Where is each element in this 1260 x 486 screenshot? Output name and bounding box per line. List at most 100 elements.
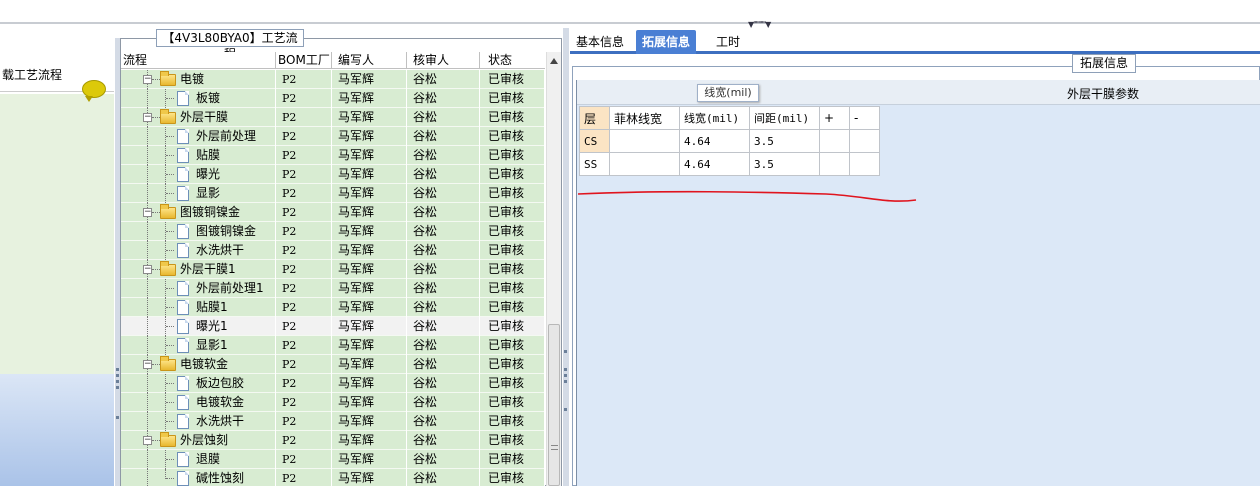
table-row[interactable]: CS 4.64 3.5: [579, 129, 880, 153]
cell-add[interactable]: [819, 129, 850, 153]
table-row[interactable]: 电镀软金 P2 马军辉 谷松 已审核: [121, 393, 545, 412]
tree-node-label: 外层干膜: [180, 110, 229, 124]
tree-node[interactable]: − 外层干膜1: [121, 260, 276, 279]
cell-reviewer: 谷松: [407, 298, 480, 317]
tree-node[interactable]: 显影: [121, 184, 276, 203]
table-row[interactable]: 贴膜1 P2 马军辉 谷松 已审核: [121, 298, 545, 317]
cell-film-width[interactable]: [609, 152, 680, 176]
tree-node[interactable]: − 外层干膜: [121, 108, 276, 127]
collapse-toggle-icon[interactable]: −: [143, 113, 152, 122]
table-row[interactable]: 板边包胶 P2 马军辉 谷松 已审核: [121, 374, 545, 393]
cell-reviewer: 谷松: [407, 165, 480, 184]
document-icon: [177, 376, 189, 391]
tree-node[interactable]: − 电镀软金: [121, 355, 276, 374]
table-row[interactable]: 曝光 P2 马军辉 谷松 已审核: [121, 165, 545, 184]
cell-film-width[interactable]: [609, 129, 680, 153]
cell-bom: P2: [276, 146, 332, 165]
cell-writer: 马军辉: [332, 412, 407, 431]
table-row[interactable]: − 电镀 P2 马军辉 谷松 已审核: [121, 70, 545, 89]
cell-reviewer: 谷松: [407, 127, 480, 146]
table-row[interactable]: 水洗烘干 P2 马军辉 谷松 已审核: [121, 241, 545, 260]
table-row[interactable]: 外层前处理1 P2 马军辉 谷松 已审核: [121, 279, 545, 298]
tree-node[interactable]: 碱性蚀刻: [121, 469, 276, 486]
tree-node[interactable]: 图镀铜镍金: [121, 222, 276, 241]
col-header-film-width[interactable]: 菲林线宽: [609, 106, 680, 130]
tab-extended-info[interactable]: 拓展信息: [636, 30, 697, 54]
collapse-toggle-icon[interactable]: −: [143, 208, 152, 217]
cell-bom: P2: [276, 469, 332, 486]
tree-node[interactable]: 曝光1: [121, 317, 276, 336]
table-row[interactable]: − 外层蚀刻 P2 马军辉 谷松 已审核: [121, 431, 545, 450]
col-header-status[interactable]: 状态: [480, 52, 545, 69]
tree-node[interactable]: − 外层蚀刻: [121, 431, 276, 450]
cell-spacing[interactable]: 3.5: [749, 152, 820, 176]
table-row[interactable]: 退膜 P2 马军辉 谷松 已审核: [121, 450, 545, 469]
cell-status: 已审核: [480, 412, 545, 431]
col-header-reviewer[interactable]: 核审人: [407, 52, 480, 69]
tree-node[interactable]: 水洗烘干: [121, 412, 276, 431]
table-row[interactable]: 显影1 P2 马军辉 谷松 已审核: [121, 336, 545, 355]
add-column-button[interactable]: +: [819, 106, 850, 130]
cell-spacing[interactable]: 3.5: [749, 129, 820, 153]
col-header-flow[interactable]: 流程: [121, 52, 276, 69]
collapse-toggle-icon[interactable]: −: [143, 436, 152, 445]
cell-remove[interactable]: [849, 152, 880, 176]
table-row[interactable]: 水洗烘干 P2 马军辉 谷松 已审核: [121, 412, 545, 431]
cell-line-width[interactable]: 4.64: [679, 152, 750, 176]
tree-node[interactable]: − 图镀铜镍金: [121, 203, 276, 222]
tree-node[interactable]: 贴膜1: [121, 298, 276, 317]
table-row[interactable]: − 外层干膜1 P2 马军辉 谷松 已审核: [121, 260, 545, 279]
cell-layer[interactable]: CS: [579, 129, 610, 153]
cell-layer[interactable]: SS: [579, 152, 610, 176]
table-row[interactable]: 碱性蚀刻 P2 马军辉 谷松 已审核: [121, 469, 545, 486]
scroll-up-arrow-icon[interactable]: [550, 58, 558, 64]
table-row[interactable]: 曝光1 P2 马军辉 谷松 已审核: [121, 317, 545, 336]
remove-column-button[interactable]: -: [849, 106, 880, 130]
col-header-layer[interactable]: 层: [579, 106, 610, 130]
tree-node[interactable]: 外层前处理1: [121, 279, 276, 298]
scroll-thumb[interactable]: [548, 324, 560, 486]
table-row[interactable]: − 电镀软金 P2 马军辉 谷松 已审核: [121, 355, 545, 374]
tree-node-label: 板边包胶: [196, 376, 245, 390]
cell-writer: 马军辉: [332, 393, 407, 412]
table-row[interactable]: 贴膜 P2 马军辉 谷松 已审核: [121, 146, 545, 165]
cell-line-width[interactable]: 4.64: [679, 129, 750, 153]
collapse-toggle-icon[interactable]: −: [143, 265, 152, 274]
cell-writer: 马军辉: [332, 184, 407, 203]
col-header-spacing[interactable]: 间距(mil): [749, 106, 820, 130]
col-header-writer[interactable]: 编写人: [332, 52, 407, 69]
col-header-bom[interactable]: BOM工厂: [276, 52, 332, 69]
tree-node[interactable]: − 电镀: [121, 70, 276, 89]
column-tooltip: 线宽(mil): [697, 84, 759, 102]
col-header-line-width[interactable]: 线宽(mil): [679, 106, 750, 130]
table-row[interactable]: 显影 P2 马军辉 谷松 已审核: [121, 184, 545, 203]
document-icon: [177, 452, 189, 467]
table-row[interactable]: 板镀 P2 马军辉 谷松 已审核: [121, 89, 545, 108]
collapse-toggle-icon[interactable]: −: [143, 75, 152, 84]
tab-basic-info[interactable]: 基本信息: [570, 30, 630, 54]
table-row[interactable]: SS 4.64 3.5: [579, 152, 880, 176]
tree-node[interactable]: 板镀: [121, 89, 276, 108]
table-row[interactable]: 外层前处理 P2 马军辉 谷松 已审核: [121, 127, 545, 146]
middle-splitter[interactable]: [563, 28, 569, 486]
tree-node[interactable]: 退膜: [121, 450, 276, 469]
tab-work-hours[interactable]: 工时: [710, 30, 746, 54]
param-grid-area: 外层干膜参数 线宽(mil) 层 菲林线宽 线宽(mil) 间距(mil) + …: [576, 80, 1260, 486]
table-row[interactable]: 图镀铜镍金 P2 马军辉 谷松 已审核: [121, 222, 545, 241]
cell-remove[interactable]: [849, 129, 880, 153]
tree-scrollbar[interactable]: [546, 52, 561, 486]
table-row[interactable]: − 外层干膜 P2 马军辉 谷松 已审核: [121, 108, 545, 127]
collapse-toggle-icon[interactable]: −: [143, 360, 152, 369]
tree-node[interactable]: 水洗烘干: [121, 241, 276, 260]
tree-node[interactable]: 电镀软金: [121, 393, 276, 412]
cell-bom: P2: [276, 165, 332, 184]
tree-node[interactable]: 板边包胶: [121, 374, 276, 393]
nav-item-process-flow[interactable]: 载工艺流程: [0, 52, 114, 102]
table-row[interactable]: − 图镀铜镍金 P2 马军辉 谷松 已审核: [121, 203, 545, 222]
tree-node[interactable]: 贴膜: [121, 146, 276, 165]
tree-node[interactable]: 曝光: [121, 165, 276, 184]
tree-node[interactable]: 显影1: [121, 336, 276, 355]
tree-node[interactable]: 外层前处理: [121, 127, 276, 146]
param-table-header: 层 菲林线宽 线宽(mil) 间距(mil) + -: [579, 106, 880, 130]
cell-add[interactable]: [819, 152, 850, 176]
